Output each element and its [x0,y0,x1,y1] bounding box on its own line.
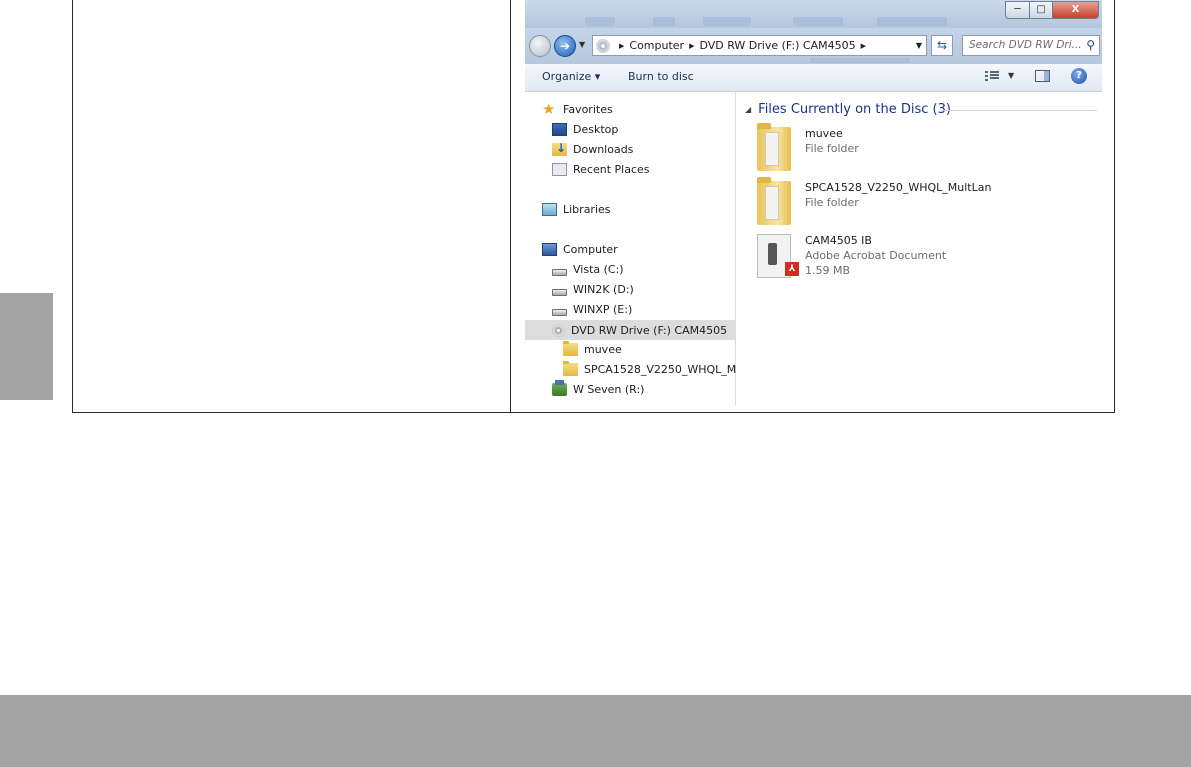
nav-label: WINXP (E:) [573,303,633,316]
collapse-triangle-icon[interactable]: ◢ [745,105,751,114]
desktop-icon [552,123,567,136]
folder-icon [757,123,791,171]
nav-label: W Seven (R:) [573,383,645,396]
file-type: File folder [805,196,859,209]
nav-folder-muvee[interactable]: muvee [563,341,622,356]
folder-icon [563,361,578,376]
file-list: ◢ Files Currently on the Disc (3) muvee … [737,92,1102,406]
breadcrumb-computer[interactable]: Computer [629,39,684,52]
star-icon: ★ [542,100,556,118]
folder-icon [563,341,578,356]
file-name: muvee [805,127,843,140]
nav-label: Computer [563,243,618,256]
section-tab [0,293,53,400]
disc-icon [596,38,610,53]
table-column-divider [510,0,511,412]
nav-drive-c[interactable]: Vista (C:) [552,263,624,276]
nav-label: Favorites [563,103,613,116]
ghost-menu-text [653,17,675,26]
file-type: Adobe Acrobat Document [805,249,947,262]
nav-label: DVD RW Drive (F:) CAM4505 [571,323,728,337]
explorer-window: ─ □ X ➔ ▼ ▶ Computer ▶ DVD RW Drive (F:)… [525,0,1102,406]
nav-downloads[interactable]: Downloads [552,141,634,156]
address-bar-area: ➔ ▼ ▶ Computer ▶ DVD RW Drive (F:) CAM45… [525,28,1102,64]
ghost-menu-text [585,17,615,26]
organize-button[interactable]: Organize ▾ [542,70,600,83]
preview-pane-icon[interactable] [1035,70,1050,82]
hard-drive-icon [552,288,567,296]
address-dropdown-icon[interactable]: ▼ [916,41,926,50]
recent-pages-dropdown-icon[interactable]: ▼ [579,40,585,49]
navigation-pane: ★ Favorites Desktop Downloads Recent Pla… [525,92,754,406]
ghost-menu-text [703,17,751,26]
forward-button[interactable]: ➔ [554,35,576,57]
refresh-button[interactable]: ⇆ [931,35,953,56]
file-name: CAM4505 IB [805,234,872,247]
group-header[interactable]: ◢ Files Currently on the Disc (3) [745,102,951,117]
change-view-icon[interactable] [985,70,999,82]
maximize-button[interactable]: □ [1029,1,1053,19]
nav-drive-d[interactable]: WIN2K (D:) [552,283,634,296]
minimize-button[interactable]: ─ [1005,1,1030,19]
recent-places-icon [552,163,567,176]
file-size: 1.59 MB [805,264,851,277]
libraries-icon [542,203,557,216]
nav-folder-spca[interactable]: SPCA1528_V2250_WHQL_Multl [563,361,754,376]
nav-recent-places[interactable]: Recent Places [552,163,650,176]
footer-band [0,695,1191,767]
title-bar: ─ □ X [525,0,1102,28]
network-drive-icon [552,380,567,396]
nav-label: WIN2K (D:) [573,283,634,296]
nav-libraries[interactable]: Libraries [542,203,611,216]
folder-icon [757,177,791,225]
nav-computer[interactable]: Computer [542,243,618,256]
ghost-menu-text [877,17,947,26]
nav-label: Libraries [563,203,611,216]
nav-favorites[interactable]: ★ Favorites [542,100,613,118]
close-button[interactable]: X [1052,1,1099,19]
pdf-icon: ⅄ [785,262,799,276]
address-field[interactable]: ▶ Computer ▶ DVD RW Drive (F:) CAM4505 ▶… [592,35,927,56]
nav-label: muvee [584,343,622,356]
nav-label: Desktop [573,123,619,136]
hard-drive-icon [552,268,567,276]
nav-drive-e[interactable]: WINXP (E:) [552,303,632,316]
view-dropdown-icon[interactable]: ▼ [1008,71,1014,80]
search-placeholder: Search DVD RW Dri... [969,39,1082,51]
nav-drive-f[interactable]: DVD RW Drive (F:) CAM4505 [525,320,736,340]
downloads-folder-icon [552,141,567,156]
breadcrumb-dvd-drive[interactable]: DVD RW Drive (F:) CAM4505 [699,39,855,52]
file-type: File folder [805,142,859,155]
nav-desktop[interactable]: Desktop [552,123,618,136]
back-button[interactable] [529,35,551,57]
command-bar: Organize ▾ Burn to disc ▼ ? [525,64,1102,92]
search-input[interactable]: Search DVD RW Dri... ⚲ [962,35,1100,56]
ghost-subtitle [810,58,910,63]
arrow-right-icon: ➔ [559,39,571,53]
nav-label: SPCA1528_V2250_WHQL_Multl [584,363,754,376]
group-divider [942,110,1097,111]
nav-label: Downloads [573,143,634,156]
burn-to-disc-button[interactable]: Burn to disc [628,70,694,83]
nav-label: Vista (C:) [573,263,624,276]
help-button[interactable]: ? [1071,68,1087,84]
chevron-right-icon[interactable]: ▶ [861,42,866,50]
ghost-menu-text [793,17,843,26]
chevron-right-icon[interactable]: ▶ [689,42,694,50]
dvd-drive-icon [552,323,565,337]
refresh-icon: ⇆ [936,38,948,52]
computer-icon [542,243,557,256]
hard-drive-icon [552,308,567,316]
file-name: SPCA1528_V2250_WHQL_MultLan [805,181,992,194]
group-title: Files Currently on the Disc (3) [758,102,951,117]
chevron-right-icon[interactable]: ▶ [619,42,624,50]
nav-label: Recent Places [573,163,650,176]
search-icon: ⚲ [1086,38,1095,52]
nav-drive-r[interactable]: W Seven (R:) [552,380,645,396]
